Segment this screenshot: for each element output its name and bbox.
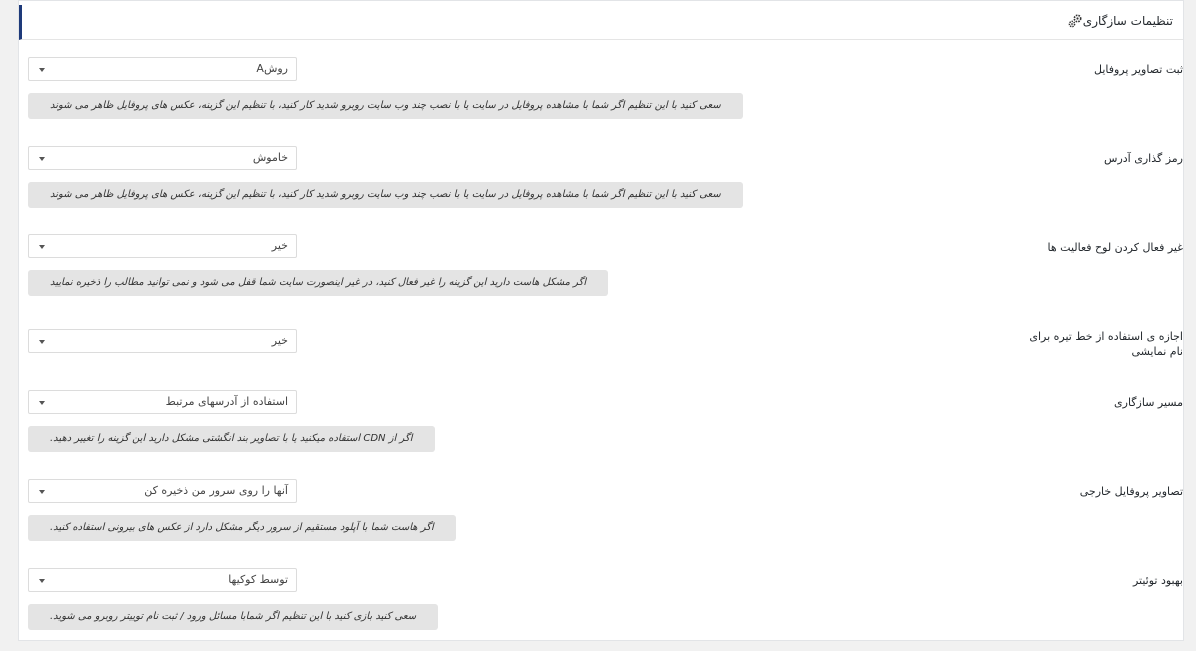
setting-label: رمز گذاری آدرس: [1104, 152, 1183, 165]
setting-select[interactable]: خیر: [28, 329, 297, 353]
chevron-down-icon: [39, 401, 45, 405]
settings-panel: تنظیمات سازگاری ثبت تصاویر پروفایل روشA …: [18, 0, 1184, 641]
setting-description: اگر مشکل هاست دارید این گزینه را غیر فعا…: [28, 270, 609, 296]
setting-label: ثبت تصاویر پروفایل: [1093, 63, 1183, 76]
chevron-down-icon: [39, 68, 45, 72]
setting-select[interactable]: توسط کوکیها: [28, 568, 297, 592]
setting-select[interactable]: استفاده از آدرسهای مرتبط: [28, 390, 297, 414]
select-value: خاموش: [252, 151, 288, 164]
setting-description: سعی کنید با این تنظیم اگر شما با مشاهده …: [28, 93, 743, 119]
chevron-down-icon: [39, 340, 45, 344]
setting-description: سعی کنید با این تنظیم اگر شما با مشاهده …: [28, 182, 743, 208]
select-value: خیر: [271, 239, 288, 252]
chevron-down-icon: [39, 157, 45, 161]
select-value: روشA: [256, 62, 288, 75]
setting-description: اگر هاست شما با آپلود مستقیم از سرور دیگ…: [28, 515, 456, 541]
gears-icon: [1068, 14, 1082, 28]
setting-label: مسیر سازگاری: [1114, 396, 1183, 409]
setting-description: سعی کنید بازی کنید با این تنظیم اگر شماب…: [28, 604, 439, 630]
setting-select[interactable]: خاموش: [28, 146, 297, 170]
setting-label: بهبود توئیتر: [1132, 574, 1183, 587]
setting-label: تصاویر پروفایل خارجی: [1079, 485, 1183, 498]
select-value: توسط کوکیها: [228, 573, 288, 586]
chevron-down-icon: [39, 490, 45, 494]
chevron-down-icon: [39, 245, 45, 249]
header-title-wrap: تنظیمات سازگاری: [1066, 13, 1173, 29]
setting-label: غیر فعال کردن لوح فعالیت ها: [1047, 241, 1184, 254]
select-value: خیر: [271, 334, 288, 347]
setting-description: اگر از CDN استفاده میکنید یا با تصاویر ب…: [28, 426, 435, 452]
chevron-down-icon: [39, 579, 45, 583]
setting-select[interactable]: آنها را روی سرور من ذخیره کن: [28, 479, 297, 503]
panel-header: تنظیمات سازگاری: [19, 5, 1183, 40]
select-value: استفاده از آدرسهای مرتبط: [165, 395, 288, 408]
setting-label: اجازه ی استفاده از خط تیره برای نام نمای…: [1029, 330, 1183, 358]
setting-select[interactable]: خیر: [28, 234, 297, 258]
page-title: تنظیمات سازگاری: [1082, 14, 1173, 28]
select-value: آنها را روی سرور من ذخیره کن: [144, 484, 288, 497]
setting-select[interactable]: روشA: [28, 57, 297, 81]
